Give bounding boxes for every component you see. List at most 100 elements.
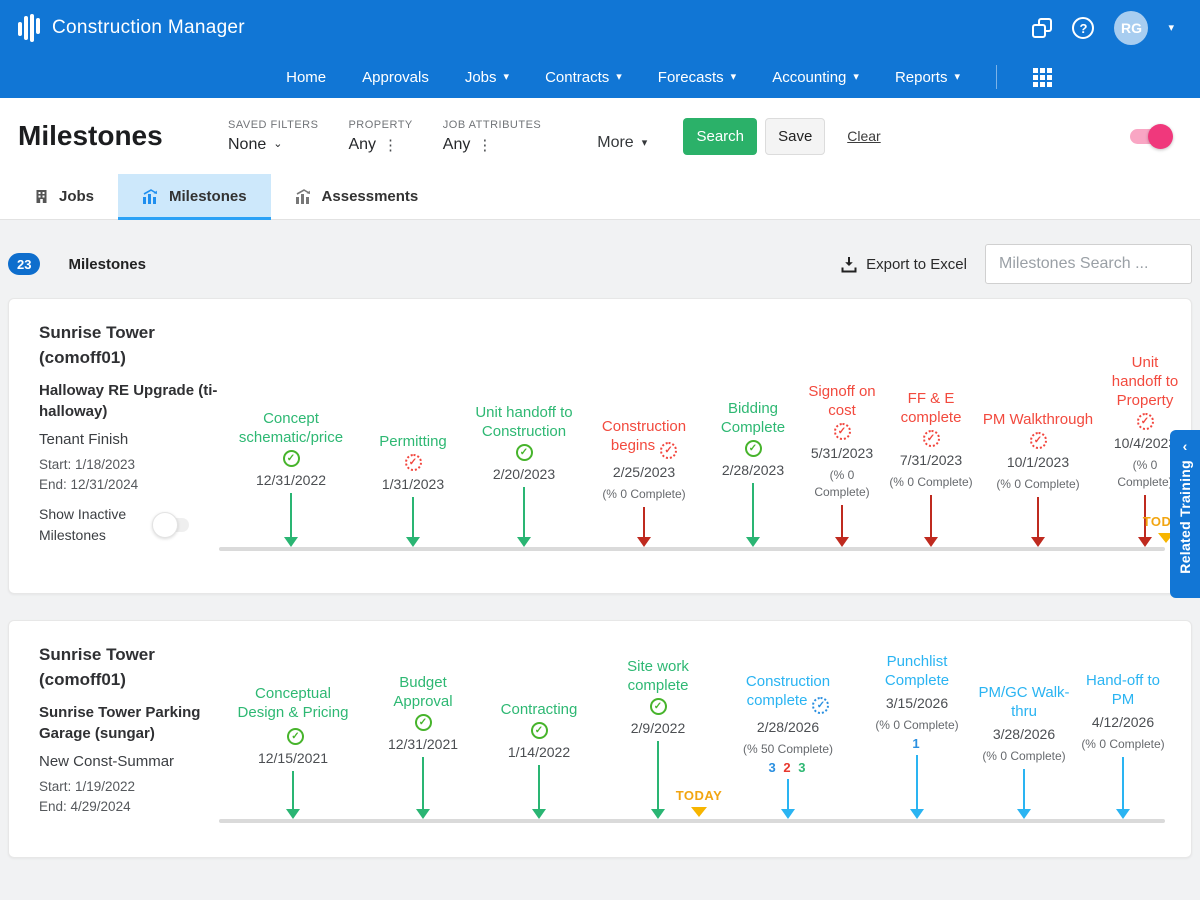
nav-item-approvals[interactable]: Approvals [362, 69, 429, 86]
milestone-construction-begins[interactable]: Construction begins✓2/25/2023(% 0 Comple… [578, 417, 710, 547]
building-icon [34, 189, 49, 204]
job-info-panel: Sunrise Tower (comoff01)Sunrise Tower Pa… [39, 643, 227, 816]
saved-filters-label: SAVED FILTERS [228, 119, 318, 131]
milestone-label: Conceptual Design & Pricing✓ [237, 684, 349, 745]
save-button[interactable]: Save [765, 118, 825, 155]
milestone-label: Construction complete✓ [723, 672, 853, 714]
content-area: 23 Milestones Export to Excel Sunrise To… [0, 220, 1200, 900]
page-title: Milestones [18, 120, 228, 152]
milestone-contracting[interactable]: Contracting✓1/14/2022 [484, 700, 594, 819]
milestone-budget-approval[interactable]: Budget Approval✓12/31/2021 [368, 673, 478, 819]
job-end-date: End: 4/29/2024 [39, 797, 227, 817]
show-inactive-label: Show Inactive Milestones [39, 504, 147, 545]
milestone-percent-complete: (% 0 Complete) [889, 474, 972, 491]
check-circle-icon: ✓ [287, 728, 304, 745]
app-grid-icon[interactable] [1033, 68, 1052, 87]
export-to-excel-button[interactable]: Export to Excel [841, 256, 967, 273]
nav-item-label: Home [286, 69, 326, 86]
user-menu-caret-icon[interactable]: ▾ [1168, 23, 1174, 34]
milestone-label: Site work complete [608, 657, 708, 695]
milestone-punchlist-complete[interactable]: Punchlist Complete3/15/2026(% 0 Complete… [859, 652, 975, 819]
milestone-concept-schematic-price[interactable]: Concept schematic/price✓12/31/2022 [225, 409, 357, 547]
milestone-signoff-on-cost[interactable]: Signoff on cost✓5/31/2023(% 0 Complete) [802, 382, 882, 547]
milestone-label: FF & E complete [885, 389, 977, 427]
kebab-icon: ⋮ [383, 136, 397, 154]
nav-item-forecasts[interactable]: Forecasts▾ [658, 69, 736, 86]
nav-item-accounting[interactable]: Accounting▾ [772, 69, 859, 86]
milestone-pm-gc-walk-thru[interactable]: PM/GC Walk-thru3/28/2026(% 0 Complete) [978, 683, 1070, 819]
tab-jobs[interactable]: Jobs [10, 174, 118, 219]
nav-item-label: Accounting [772, 69, 846, 86]
show-inactive-toggle[interactable] [155, 518, 189, 532]
today-marker: TODAY [664, 787, 734, 817]
milestone-arrow-icon [1031, 497, 1045, 547]
tab-label: Jobs [59, 188, 94, 205]
milestone-label: Contracting [501, 700, 578, 719]
milestone-label: Construction begins✓ [578, 417, 710, 459]
milestone-label: Budget Approval [368, 673, 478, 711]
view-toggle-switch[interactable] [1130, 129, 1170, 144]
milestone-date: 3/15/2026 [886, 695, 948, 712]
job-property-name: Sunrise Tower (comoff01) [39, 643, 227, 692]
milestone-hand-off-to-pm[interactable]: Hand-off to PM4/12/2026(% 0 Complete) [1079, 671, 1167, 819]
search-button[interactable]: Search [683, 118, 757, 155]
milestone-label: Unit handoff to Property [1109, 353, 1181, 410]
milestone-arrow-icon [746, 483, 760, 547]
header-top-row: Construction Manager ? RG ▾ [0, 0, 1200, 56]
milestone-date: 12/15/2021 [258, 750, 328, 767]
chart-icon [295, 189, 312, 204]
tab-label: Assessments [322, 188, 419, 205]
user-avatar[interactable]: RG [1114, 11, 1148, 45]
milestone-arrow-icon [416, 757, 430, 819]
job-name: Halloway RE Upgrade (ti-halloway) [39, 380, 227, 422]
check-circle-icon: ✓ [283, 450, 300, 467]
milestone-date: 2/9/2022 [631, 720, 686, 737]
today-triangle-icon [691, 807, 707, 817]
nav-item-reports[interactable]: Reports▾ [895, 69, 960, 86]
milestones-search-input[interactable] [985, 244, 1192, 284]
nav-item-label: Approvals [362, 69, 429, 86]
help-icon[interactable]: ? [1072, 17, 1094, 39]
nav-item-contracts[interactable]: Contracts▾ [545, 69, 622, 86]
milestone-date: 2/28/2026 [757, 719, 819, 736]
tab-milestones[interactable]: Milestones [118, 174, 271, 219]
more-filters-dropdown[interactable]: More ▾ [597, 134, 647, 152]
milestone-arrow-icon [532, 765, 546, 819]
check-circle-icon: ✓ [405, 454, 422, 471]
windows-icon[interactable] [1032, 18, 1052, 38]
milestone-unit-handoff-to-construction[interactable]: Unit handoff to Construction✓2/20/2023 [469, 403, 579, 547]
tab-assessments[interactable]: Assessments [271, 174, 443, 219]
app-brand: Construction Manager [52, 17, 245, 39]
job-start-date: Start: 1/18/2023 [39, 455, 227, 475]
nav-item-home[interactable]: Home [286, 69, 326, 86]
clear-link[interactable]: Clear [847, 128, 880, 144]
milestone-percent-complete: (% 0 Complete) [982, 748, 1065, 765]
job-dates: Start: 1/18/2023End: 12/31/2024 [39, 455, 227, 494]
nav-item-label: Forecasts [658, 69, 724, 86]
milestones-count-badge: 23 [8, 253, 40, 275]
milestone-label: Bidding Complete [703, 399, 803, 437]
show-inactive-row: Show Inactive Milestones [39, 504, 227, 545]
milestone-label: Signoff on cost [802, 382, 882, 420]
milestone-arrow-icon [637, 507, 651, 547]
nav-item-jobs[interactable]: Jobs▾ [465, 69, 509, 86]
milestone-arrow-icon [651, 741, 665, 819]
milestone-date: 5/31/2023 [811, 445, 873, 462]
milestone-permitting[interactable]: Permitting✓1/31/2023 [358, 432, 468, 547]
app-header: Construction Manager ? RG ▾ Home Approval… [0, 0, 1200, 98]
related-training-tab[interactable]: ‹ Related Training [1170, 430, 1200, 598]
milestone-pm-walkthrough[interactable]: PM Walkthrough✓10/1/2023(% 0 Complete) [973, 410, 1103, 547]
milestone-construction-complete[interactable]: Construction complete✓ 2/28/2026 (% 50 Com… [723, 672, 853, 819]
milestone-date: 2/28/2023 [722, 462, 784, 479]
saved-filters-dropdown[interactable]: SAVED FILTERS None⌄ [228, 119, 318, 154]
milestone-date: 4/12/2026 [1092, 714, 1154, 731]
milestone-bidding-complete[interactable]: Bidding Complete✓2/28/2023 [703, 399, 803, 547]
milestone-count-badges: 1 [912, 736, 921, 751]
milestone-ff-e-complete[interactable]: FF & E complete✓7/31/2023(% 0 Complete) [885, 389, 977, 547]
milestone-conceptual-design-pricing[interactable]: Conceptual Design & Pricing✓ 12/15/2021 [237, 684, 349, 819]
milestone-percent-complete: (% 50 Complete) [743, 741, 833, 758]
nav-item-label: Jobs [465, 69, 497, 86]
job-attributes-filter[interactable]: JOB ATTRIBUTES Any⋮ [443, 119, 541, 154]
milestone-arrow-icon [781, 779, 795, 819]
property-filter[interactable]: PROPERTY Any⋮ [348, 119, 412, 154]
